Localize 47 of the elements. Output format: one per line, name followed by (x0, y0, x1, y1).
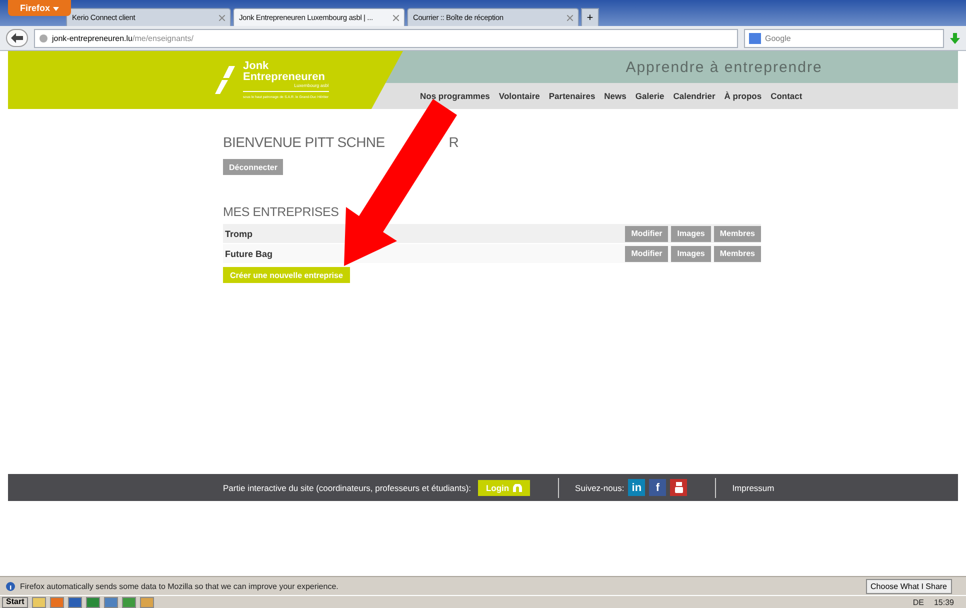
taskbar-app-icon[interactable] (140, 596, 154, 608)
taskbar-app-icon[interactable] (32, 596, 46, 608)
back-arrow-icon (11, 33, 23, 43)
info-icon (6, 582, 15, 590)
impressum-link[interactable]: Impressum (732, 482, 774, 492)
back-button[interactable] (6, 29, 28, 47)
linkedin-link[interactable]: in (628, 479, 646, 496)
language-indicator[interactable]: DE (912, 598, 924, 606)
company-name: Tromp (224, 228, 254, 238)
taskbar-app-icon[interactable] (104, 596, 118, 608)
nav-link[interactable]: Contact (770, 91, 802, 101)
choose-share-button[interactable]: Choose What I Share (866, 578, 952, 594)
nav-link[interactable]: Nos programmes (420, 91, 490, 101)
logo-text: Jonk (243, 61, 270, 72)
google-icon (749, 32, 761, 44)
welcome-title: BIENVENUE PITT SCHNE (223, 134, 385, 150)
footer-text: Partie interactive du site (coordinateurs, professeurs et étudiants): (223, 482, 472, 492)
nav-link[interactable]: Calendrier (673, 91, 716, 101)
taskbar-app-icon[interactable] (122, 596, 136, 608)
new-tab-button[interactable]: + (581, 8, 599, 26)
caret-icon (52, 7, 59, 11)
globe-icon (39, 34, 48, 42)
taskbar-app-icon[interactable] (68, 596, 82, 608)
tagline: Apprendre à entreprendre (626, 58, 822, 76)
nav-link[interactable]: À propos (724, 91, 762, 101)
clock: 15:39 (934, 598, 954, 606)
notification-text: Firefox automatically sends some data to Mozilla so that we can improve your experience. (20, 582, 340, 590)
close-icon[interactable] (219, 14, 225, 20)
search-field[interactable]: Google (744, 28, 944, 48)
download-icon[interactable] (950, 32, 960, 44)
nav-link[interactable]: Partenaires (548, 91, 596, 101)
nav-link[interactable]: Galerie (635, 91, 664, 101)
company-name: Future Bag (224, 248, 274, 258)
address-bar[interactable]: jonk-entrepreneuren.lu/me/enseignants/ (34, 28, 738, 48)
close-icon[interactable] (393, 14, 399, 20)
welcome-title: R (448, 134, 459, 150)
facebook-link[interactable]: f (649, 479, 666, 496)
logo-text: Entrepreneuren (243, 72, 326, 83)
follow-label: Suivez-nous: (575, 482, 624, 492)
logo-icon (215, 66, 237, 94)
section-title: MES ENTREPRISES (223, 205, 340, 219)
taskbar-app-icon[interactable] (50, 596, 64, 608)
start-button[interactable]: Start (2, 596, 28, 608)
close-icon[interactable] (567, 14, 573, 20)
nav-link[interactable]: Volontaire (498, 91, 540, 101)
taskbar-app-icon[interactable] (86, 596, 100, 608)
nav-link[interactable]: News (604, 91, 626, 101)
